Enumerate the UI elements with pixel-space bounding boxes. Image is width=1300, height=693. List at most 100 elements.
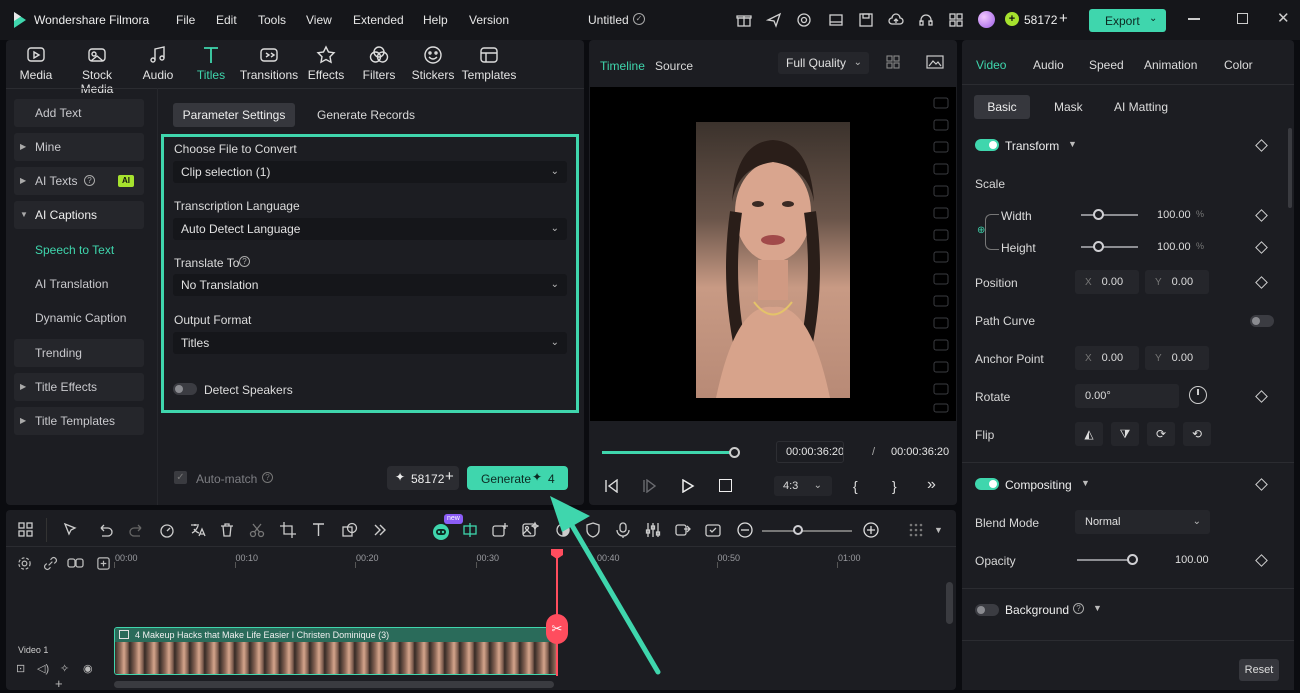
sidebar-item-speech-to-text[interactable]: Speech to Text [14, 236, 144, 264]
menu-extended[interactable]: Extended [353, 13, 404, 27]
format-select[interactable]: Titles ⌄ [173, 332, 567, 354]
mark-out-icon[interactable]: } [892, 478, 897, 494]
save-icon[interactable] [858, 12, 874, 28]
detect-speakers-toggle[interactable] [173, 383, 197, 395]
caret-down-icon[interactable]: ▼ [1093, 603, 1102, 613]
path-curve-toggle[interactable] [1250, 315, 1274, 327]
sidebar-item-trending[interactable]: Trending [14, 339, 144, 367]
timeline-ruler[interactable]: 00:00 00:10 00:20 00:30 00:40 00:50 01:00 [114, 548, 944, 568]
playback-progress[interactable] [602, 447, 740, 458]
subtab-ai-matting[interactable]: AI Matting [1114, 100, 1168, 114]
avatar[interactable] [978, 11, 995, 28]
reset-button[interactable]: Reset [1239, 659, 1279, 681]
link-icon[interactable] [43, 556, 58, 571]
text-tool-icon[interactable] [310, 521, 328, 539]
snapshot-tl-icon[interactable] [704, 521, 722, 539]
caret-down-icon[interactable]: ▼ [934, 525, 943, 535]
file-select[interactable]: Clip selection (1) ⌄ [173, 161, 567, 183]
aspect-select[interactable]: 4:3 ⌄ [774, 476, 832, 496]
rotate-left-icon[interactable]: ⟲ [1183, 422, 1211, 446]
sidebar-item-ai-captions[interactable]: ▼ AI Captions [14, 201, 144, 229]
menu-help[interactable]: Help [423, 13, 448, 27]
timeline-grid-icon[interactable] [907, 521, 925, 539]
layout-grid-icon[interactable] [17, 521, 35, 539]
export-button[interactable]: Export ⌄ [1089, 9, 1166, 32]
more-icon[interactable]: » [927, 476, 936, 494]
tab-titles[interactable]: Titles [181, 44, 241, 82]
help-icon[interactable]: ? [262, 472, 273, 483]
send-icon[interactable] [766, 12, 782, 28]
flip-vertical-icon[interactable]: ⧩ [1111, 422, 1139, 446]
video-clip[interactable]: 4 Makeup Hacks that Make Life Easier I C… [114, 627, 558, 675]
sidebar-item-mine[interactable]: ▶ Mine [14, 133, 144, 161]
help-icon[interactable]: ? [84, 175, 95, 186]
generate-button[interactable]: Generate ✦ 4 [467, 466, 568, 490]
tab-source[interactable]: Source [655, 59, 693, 73]
flip-horizontal-icon[interactable]: ◭ [1075, 422, 1103, 446]
credits-button[interactable]: ✦ 58172 + [387, 466, 459, 490]
lock-icon[interactable]: ⊕ [977, 225, 985, 236]
ai-translate-icon[interactable] [188, 521, 206, 539]
tab-generate-records[interactable]: Generate Records [317, 108, 415, 122]
language-select[interactable]: Auto Detect Language ⌄ [173, 218, 567, 240]
add-marker-icon[interactable] [96, 556, 111, 571]
auto-match-checkbox[interactable]: ✓ [174, 471, 187, 484]
horizontal-scrollbar[interactable] [114, 681, 554, 688]
more-tools-icon[interactable] [371, 521, 389, 539]
translate-select[interactable]: No Translation ⌄ [173, 274, 567, 296]
help-icon[interactable]: ? [239, 256, 250, 267]
blend-mode-select[interactable]: Normal ⌄ [1075, 510, 1210, 534]
width-slider-knob[interactable] [1093, 209, 1104, 220]
lock-track-icon[interactable]: ⊡ [16, 662, 25, 675]
play-icon[interactable] [681, 479, 695, 493]
sidebar-item-add-text[interactable]: Add Text [14, 99, 144, 127]
crop-icon[interactable] [279, 521, 297, 539]
maximize-icon[interactable] [1237, 13, 1248, 24]
menu-version[interactable]: Version [469, 13, 509, 27]
support-icon[interactable] [796, 12, 812, 28]
sidebar-item-dynamic-caption[interactable]: Dynamic Caption [14, 304, 144, 332]
opacity-value[interactable]: 100.00 [1175, 554, 1209, 566]
ai-image-icon[interactable] [521, 521, 539, 539]
tab-transitions[interactable]: Transitions [239, 44, 299, 82]
add-track-icon[interactable] [491, 521, 509, 539]
tab-effects[interactable]: Effects [296, 44, 356, 82]
vertical-scrollbar[interactable] [946, 582, 953, 624]
settings-icon[interactable] [17, 556, 32, 571]
anchor-x-input[interactable]: X 0.00 [1075, 346, 1139, 370]
tab-video[interactable]: Video [976, 58, 1006, 72]
opacity-slider[interactable] [1077, 559, 1134, 561]
anchor-y-input[interactable]: Y 0.00 [1145, 346, 1209, 370]
track-link-icon[interactable] [67, 556, 84, 571]
undo-icon[interactable] [96, 521, 114, 539]
cloud-upload-icon[interactable] [888, 12, 904, 28]
effects-track-icon[interactable]: ✧ [60, 662, 69, 675]
transform-toggle[interactable] [975, 139, 999, 151]
menu-tools[interactable]: Tools [258, 13, 286, 27]
auto-ripple-icon[interactable] [461, 521, 479, 539]
height-value[interactable]: 100.00 [1157, 241, 1191, 253]
tab-stickers[interactable]: Stickers [403, 44, 463, 82]
background-toggle[interactable] [975, 604, 999, 616]
height-slider[interactable] [1081, 246, 1138, 248]
quality-select[interactable]: Full Quality ⌄ [778, 52, 869, 74]
delete-icon[interactable] [218, 521, 236, 539]
menu-view[interactable]: View [306, 13, 332, 27]
apps-grid-icon[interactable] [948, 12, 964, 28]
tab-speed[interactable]: Speed [1089, 58, 1124, 72]
speed-ramp-icon[interactable] [158, 521, 176, 539]
tab-animation[interactable]: Animation [1144, 58, 1197, 72]
zoom-slider[interactable] [762, 530, 852, 532]
tab-audio-props[interactable]: Audio [1033, 58, 1064, 72]
tab-media[interactable]: Media [6, 44, 66, 82]
height-slider-knob[interactable] [1093, 241, 1104, 252]
subtab-mask[interactable]: Mask [1054, 100, 1083, 114]
grid-view-icon[interactable] [886, 55, 906, 69]
sidebar-item-title-effects[interactable]: ▶ Title Effects [14, 373, 144, 401]
zoom-out-icon[interactable] [736, 521, 754, 539]
compositing-toggle[interactable] [975, 478, 999, 490]
tab-color[interactable]: Color [1224, 58, 1253, 72]
sidebar-item-title-templates[interactable]: ▶ Title Templates [14, 407, 144, 435]
redo-icon[interactable] [128, 521, 146, 539]
tab-filters[interactable]: Filters [349, 44, 409, 82]
